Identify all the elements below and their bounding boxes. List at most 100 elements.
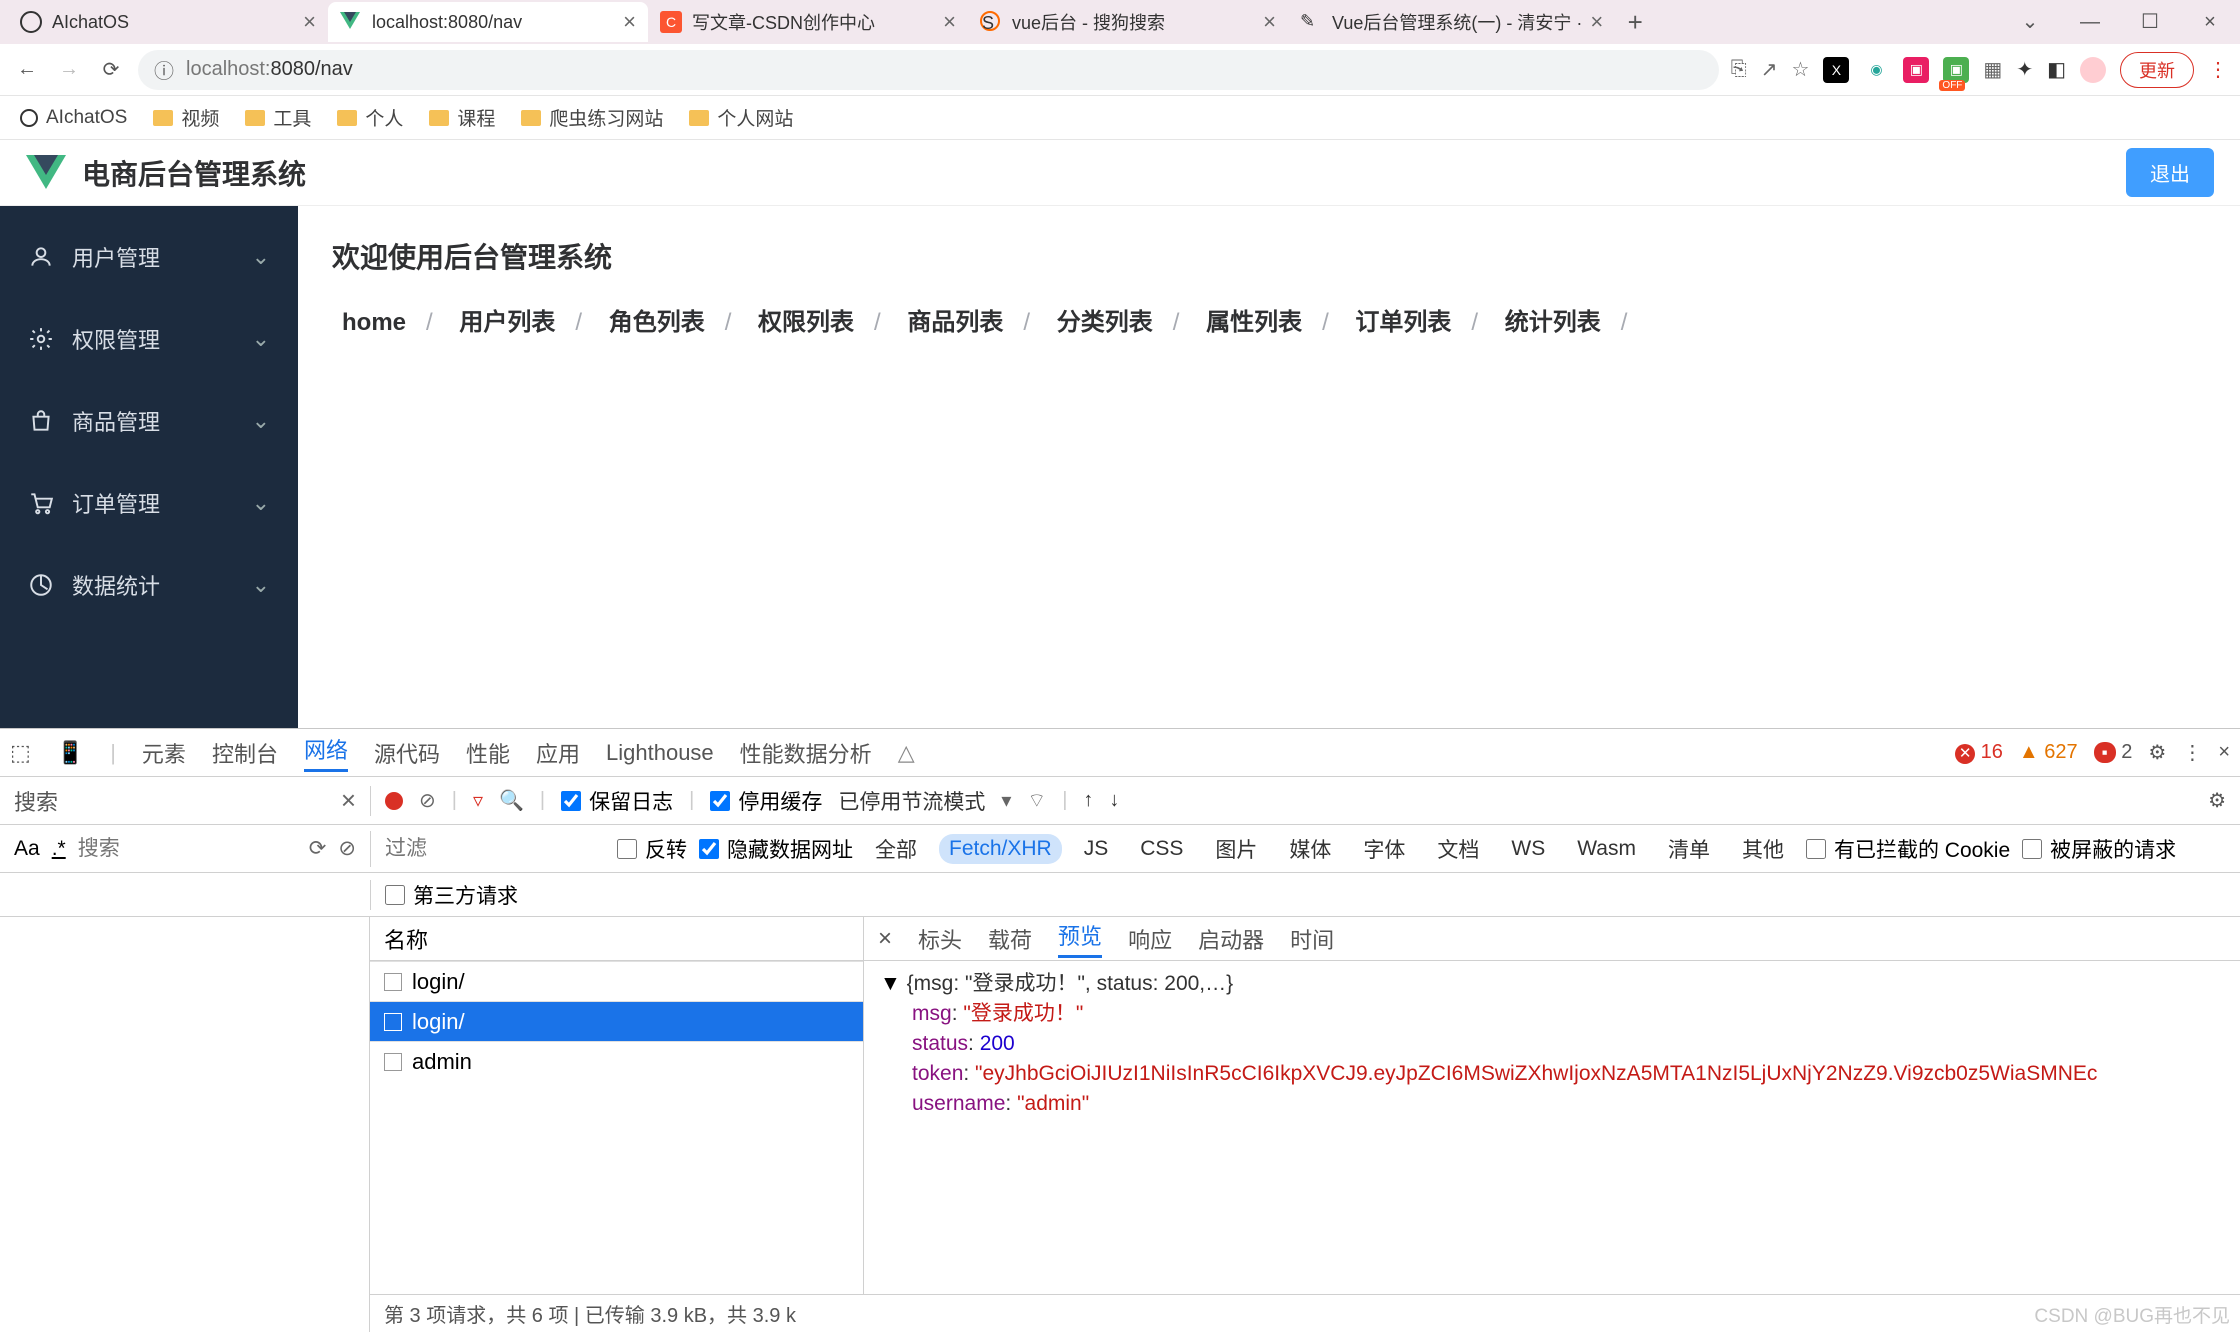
bookmark-personal[interactable]: 个人 [337,104,403,131]
third-party-checkbox[interactable]: 第三方请求 [385,880,518,910]
tab-sogou[interactable]: S vue后台 - 搜狗搜索 × [968,2,1288,42]
breadcrumb-item[interactable]: home [342,309,406,336]
sidebar-item-users[interactable]: 用户管理 ⌄ [0,216,298,298]
tab-localhost[interactable]: localhost:8080/nav × [328,2,648,42]
sidebar-item-goods[interactable]: 商品管理 ⌄ [0,380,298,462]
type-wasm[interactable]: Wasm [1567,834,1646,864]
warning-badge[interactable]: ▲ 627 [2019,741,2078,764]
close-icon[interactable]: × [303,9,316,35]
bookmark-aichatos[interactable]: AIchatOS [20,107,127,129]
profile-icon[interactable] [2080,57,2106,83]
type-doc[interactable]: 文档 [1427,831,1489,867]
tab-search-icon[interactable]: ⌄ [2000,0,2060,44]
tab-vue-admin[interactable]: ✎ Vue后台管理系统(一) - 清安宁 · × [1288,2,1615,42]
close-icon[interactable]: × [2180,0,2240,44]
close-icon[interactable]: × [878,925,892,953]
error-badge[interactable]: ✕ 16 [1955,741,2003,764]
breadcrumb-item[interactable]: 订单列表 [1355,309,1451,336]
issues-badge[interactable]: ▪ 2 [2094,741,2133,764]
filter-icon[interactable]: ▿ [473,788,483,813]
invert-checkbox[interactable]: 反转 [617,834,687,864]
type-css[interactable]: CSS [1130,834,1193,864]
wifi-icon[interactable]: ⌔ [1027,788,1046,813]
ext-off-icon[interactable]: OFF▣ [1943,57,1969,83]
type-media[interactable]: 媒体 [1279,831,1341,867]
breadcrumb-item[interactable]: 属性列表 [1206,309,1302,336]
breadcrumb-item[interactable]: 分类列表 [1057,309,1153,336]
collapse-icon[interactable]: ▼ [880,972,901,995]
forward-icon[interactable]: → [54,55,84,85]
ext-pink-icon[interactable]: ▣ [1903,57,1929,83]
search-icon[interactable]: 🔍 [499,788,524,813]
blocked-requests-checkbox[interactable]: 被屏蔽的请求 [2022,834,2176,864]
json-preview[interactable]: ▼ {msg: "登录成功！", status: 200,…} msg: "登录… [864,961,2240,1294]
request-row[interactable]: login/ [370,1001,863,1041]
bookmark-course[interactable]: 课程 [429,104,495,131]
regex-toggle[interactable]: .* [52,837,66,861]
ext-x-icon[interactable]: X [1823,57,1849,83]
breadcrumb-item[interactable]: 商品列表 [907,309,1003,336]
detail-tab-initiator[interactable]: 启动器 [1198,923,1264,955]
new-tab-button[interactable]: + [1615,7,1655,38]
reload-icon[interactable]: ⟳ [96,55,126,85]
tab-application[interactable]: 应用 [536,737,580,769]
column-name-header[interactable]: 名称 [370,917,863,961]
hide-data-urls-checkbox[interactable]: 隐藏数据网址 [699,834,853,864]
tab-perf-insights[interactable]: 性能数据分析 [740,737,872,769]
type-js[interactable]: JS [1074,834,1119,864]
tab-console[interactable]: 控制台 [212,737,278,769]
type-img[interactable]: 图片 [1205,831,1267,867]
refresh-icon[interactable]: ⟳ [309,836,327,861]
request-row[interactable]: admin [370,1041,863,1081]
search-input[interactable] [78,837,198,861]
download-icon[interactable]: ↓ [1109,789,1119,812]
menu-icon[interactable]: ⋮ [2208,57,2228,82]
close-icon[interactable]: × [943,9,956,35]
detail-tab-preview[interactable]: 预览 [1058,919,1102,958]
bookmark-video[interactable]: 视频 [153,104,219,131]
request-row[interactable]: login/ [370,961,863,1001]
type-manifest[interactable]: 清单 [1658,831,1720,867]
update-button[interactable]: 更新 [2120,52,2194,88]
close-icon[interactable]: × [341,785,356,816]
sidepanel-icon[interactable]: ◧ [2047,57,2066,82]
more-icon[interactable]: ⋮ [2182,740,2202,765]
detail-tab-response[interactable]: 响应 [1128,923,1172,955]
gear-icon[interactable]: ⚙ [2148,740,2166,765]
blocked-cookies-checkbox[interactable]: 有已拦截的 Cookie [1806,834,2010,864]
bookmark-tools[interactable]: 工具 [245,104,311,131]
breadcrumb-item[interactable]: 权限列表 [758,309,854,336]
share-icon[interactable]: ↗ [1761,57,1778,82]
tab-performance[interactable]: 性能 [466,737,510,769]
detail-tab-timing[interactable]: 时间 [1290,923,1334,955]
type-all[interactable]: 全部 [865,831,927,867]
tab-elements[interactable]: 元素 [142,737,186,769]
breadcrumb-item[interactable]: 角色列表 [609,309,705,336]
detail-tab-headers[interactable]: 标头 [918,923,962,955]
url-input[interactable]: ⓘ localhost:8080/nav [138,50,1719,90]
logout-button[interactable]: 退出 [2126,148,2214,197]
preserve-log-checkbox[interactable]: 保留日志 [561,786,673,816]
match-case-toggle[interactable]: Aa [14,837,40,861]
close-icon[interactable]: × [1263,9,1276,35]
disable-cache-checkbox[interactable]: 停用缓存 [710,786,822,816]
type-other[interactable]: 其他 [1732,831,1794,867]
device-icon[interactable]: 📱 [57,740,84,766]
sidebar-item-orders[interactable]: 订单管理 ⌄ [0,462,298,544]
inspect-icon[interactable]: ⬚ [10,740,31,766]
back-icon[interactable]: ← [12,55,42,85]
bookmark-site[interactable]: 个人网站 [689,104,793,131]
install-icon[interactable]: ⎘ [1731,58,1747,81]
close-icon[interactable]: × [623,9,636,35]
clear-icon[interactable]: ⊘ [338,836,356,861]
extensions-icon[interactable]: ✦ [2016,57,2033,82]
breadcrumb-item[interactable]: 用户列表 [459,309,555,336]
tab-lighthouse[interactable]: Lighthouse [606,740,714,766]
minimize-icon[interactable]: — [2060,0,2120,44]
maximize-icon[interactable]: ☐ [2120,0,2180,44]
gear-icon[interactable]: ⚙ [2208,788,2226,813]
close-icon[interactable]: × [2218,741,2230,764]
tab-aichatos[interactable]: AIchatOS × [8,2,328,42]
chevron-down-icon[interactable]: ▾ [1001,788,1011,813]
ext-grid-icon[interactable]: ▦ [1983,57,2002,82]
